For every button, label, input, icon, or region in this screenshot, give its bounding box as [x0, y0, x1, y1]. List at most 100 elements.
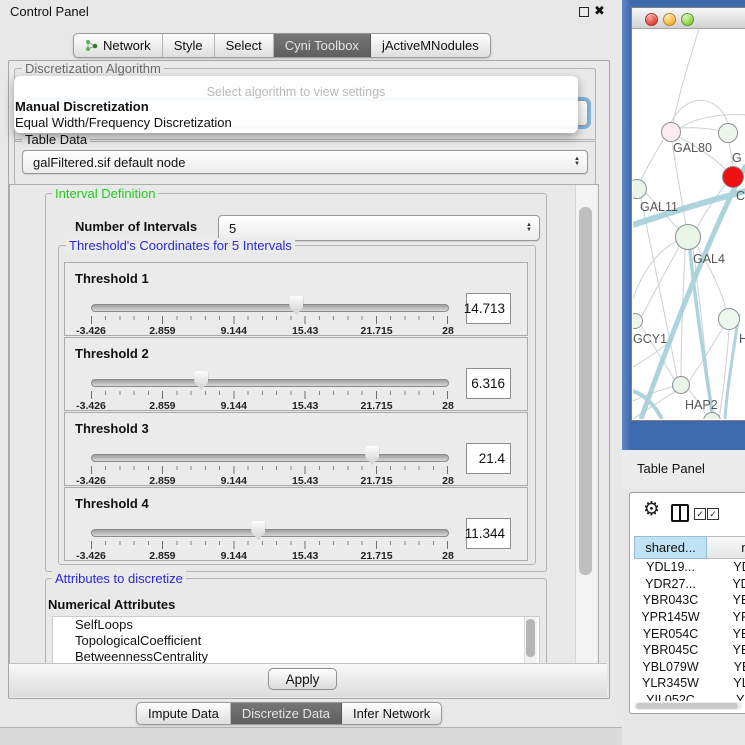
table-hscrollbar-thumb[interactable] — [636, 703, 738, 709]
cell[interactable]: YLR3 — [707, 676, 745, 690]
network-node-label: GAL80 — [673, 141, 712, 155]
tab-infer-network[interactable]: Infer Network — [342, 703, 441, 724]
cell[interactable]: YBR045C — [634, 643, 707, 657]
network-window-titlebar[interactable] — [632, 8, 745, 29]
float-window-icon[interactable] — [579, 7, 589, 17]
network-node-g[interactable] — [718, 123, 738, 143]
tick-label: -3.426 — [76, 325, 106, 337]
table-data-selected-value: galFiltered.sif default node — [33, 155, 185, 170]
cell[interactable]: YIL052C — [634, 693, 707, 701]
threshold-slider-handle[interactable] — [194, 371, 208, 390]
tab-label: jActiveMNodules — [382, 38, 479, 53]
cell[interactable]: YER054C — [634, 627, 707, 641]
threshold-value-field[interactable]: 21.4 — [466, 443, 511, 474]
checkbox-icon[interactable]: ✓ — [694, 508, 706, 520]
tick-label: 21.715 — [361, 475, 393, 487]
table-row[interactable]: YIL052CYIL0 — [634, 692, 745, 701]
network-canvas[interactable]: GAL80GCGAL11GAL4GCY1HHAP2 — [633, 29, 745, 419]
threshold-slider-track[interactable] — [91, 379, 449, 387]
close-window-icon[interactable]: ✖ — [594, 3, 605, 19]
cell[interactable]: YDR2 — [707, 577, 745, 591]
table-row[interactable]: YDL19...YDL1 — [634, 559, 745, 576]
tick-label: 2.859 — [149, 325, 175, 337]
cell[interactable]: YBR0 — [707, 643, 745, 657]
table-row[interactable]: YLR345WYLR3 — [634, 675, 745, 692]
threshold-slider-track[interactable] — [91, 454, 449, 462]
cell[interactable]: YBL079W — [634, 660, 707, 674]
network-node-gal11[interactable] — [633, 179, 647, 199]
threshold-slider-track[interactable] — [91, 304, 449, 312]
tab-impute-data[interactable]: Impute Data — [137, 703, 231, 724]
table-row[interactable]: YER054CYER0 — [634, 625, 745, 642]
threshold-slider-handle[interactable] — [365, 446, 379, 465]
minimize-traffic-light-icon[interactable] — [663, 13, 676, 26]
tab-discretize-data[interactable]: Discretize Data — [231, 703, 342, 724]
list-item-topologicalcoefficient[interactable]: TopologicalCoefficient — [53, 633, 539, 649]
cell[interactable]: YLR345W — [634, 676, 707, 690]
network-node-unlabeled[interactable] — [703, 412, 721, 419]
interval-definition-group-title: Interval Definition — [52, 186, 158, 201]
threshold-value-field[interactable]: 11.344 — [466, 518, 511, 549]
cell[interactable]: YBR0 — [707, 593, 745, 607]
cell[interactable]: YDL19... — [634, 560, 707, 574]
threshold-slider-handle[interactable] — [289, 296, 303, 315]
tab-cyni-toolbox[interactable]: Cyni Toolbox — [274, 34, 371, 57]
cell[interactable]: YPR145W — [634, 610, 707, 624]
table-row[interactable]: YDR27...YDR2 — [634, 576, 745, 593]
tab-label: Select — [226, 38, 262, 53]
attributes-group-title: Attributes to discretize — [52, 571, 186, 586]
list-item-selfloops[interactable]: SelfLoops — [53, 617, 539, 633]
network-node-gal4[interactable] — [675, 224, 701, 250]
apply-button[interactable]: Apply — [268, 668, 337, 690]
cell[interactable]: YBL0 — [707, 660, 745, 674]
network-node-h[interactable] — [718, 308, 740, 330]
network-node-hap2[interactable] — [672, 376, 690, 394]
gear-icon[interactable]: ⚙ — [643, 500, 660, 519]
tab-label: Discretize Data — [242, 706, 330, 721]
columns-icon[interactable] — [671, 504, 689, 522]
tick-label: 15.43 — [292, 325, 318, 337]
tab-style[interactable]: Style — [163, 34, 215, 57]
tab-jactivemnodules[interactable]: jActiveMNodules — [371, 34, 490, 57]
slider-major-ticks — [91, 541, 448, 549]
table-row[interactable]: YBL079WYBL0 — [634, 659, 745, 676]
table-row[interactable]: YPR145WYPR1 — [634, 609, 745, 626]
threshold-label: Threshold 3 — [75, 421, 149, 436]
column-header-shared-name[interactable]: shared... — [634, 536, 707, 559]
table-data-combo[interactable]: galFiltered.sif default node ▲▼ — [22, 150, 588, 174]
algorithm-dropdown-popup: Select algorithm to view settings Manual… — [14, 76, 578, 133]
threshold-value-field[interactable]: 14.713 — [466, 293, 511, 324]
tab-select[interactable]: Select — [215, 34, 274, 57]
spinner-arrows-icon: ▲▼ — [526, 223, 532, 233]
cyni-mode-tabs: Impute Data Discretize Data Infer Networ… — [136, 702, 442, 725]
cell[interactable]: YDR27... — [634, 577, 707, 591]
slider-major-ticks — [91, 466, 448, 474]
checkbox-icon[interactable]: ✓ — [707, 508, 719, 520]
cell[interactable]: YIL0 — [707, 693, 745, 701]
column-header-name[interactable]: na — [707, 536, 745, 559]
table-row[interactable]: YBR045CYBR0 — [634, 642, 745, 659]
threshold-slider-handle[interactable] — [251, 521, 265, 540]
discretization-algorithm-group-title: Discretization Algorithm — [22, 61, 164, 76]
algorithm-option-manual-discretization[interactable]: Manual Discretization — [15, 99, 149, 114]
threshold-value-field[interactable]: 6.316 — [466, 368, 511, 399]
control-panel-window: Control Panel ✖ Network Style Select Cyn… — [0, 0, 745, 745]
cell[interactable]: YDL1 — [707, 560, 745, 574]
threshold-slider-track[interactable] — [91, 529, 449, 537]
cell[interactable]: YER0 — [707, 627, 745, 641]
network-node-gcy1[interactable] — [633, 313, 643, 329]
table-row[interactable]: YBR043CYBR0 — [634, 592, 745, 609]
numerical-attributes-list: SelfLoops TopologicalCoefficient Between… — [52, 616, 540, 665]
algorithm-option-equal-width-frequency[interactable]: Equal Width/Frequency Discretization — [15, 115, 232, 130]
cell[interactable]: YPR1 — [707, 610, 745, 624]
zoom-traffic-light-icon[interactable] — [681, 13, 694, 26]
tab-network[interactable]: Network — [74, 34, 163, 57]
attributes-scrollbar-thumb[interactable] — [526, 619, 535, 657]
network-node-gal80[interactable] — [661, 122, 681, 142]
tick-label: 28 — [442, 475, 454, 487]
tab-label: Style — [174, 38, 203, 53]
close-traffic-light-icon[interactable] — [645, 13, 658, 26]
network-node-c[interactable] — [722, 166, 744, 188]
cell[interactable]: YBR043C — [634, 593, 707, 607]
settings-scrollbar-thumb[interactable] — [579, 207, 592, 575]
